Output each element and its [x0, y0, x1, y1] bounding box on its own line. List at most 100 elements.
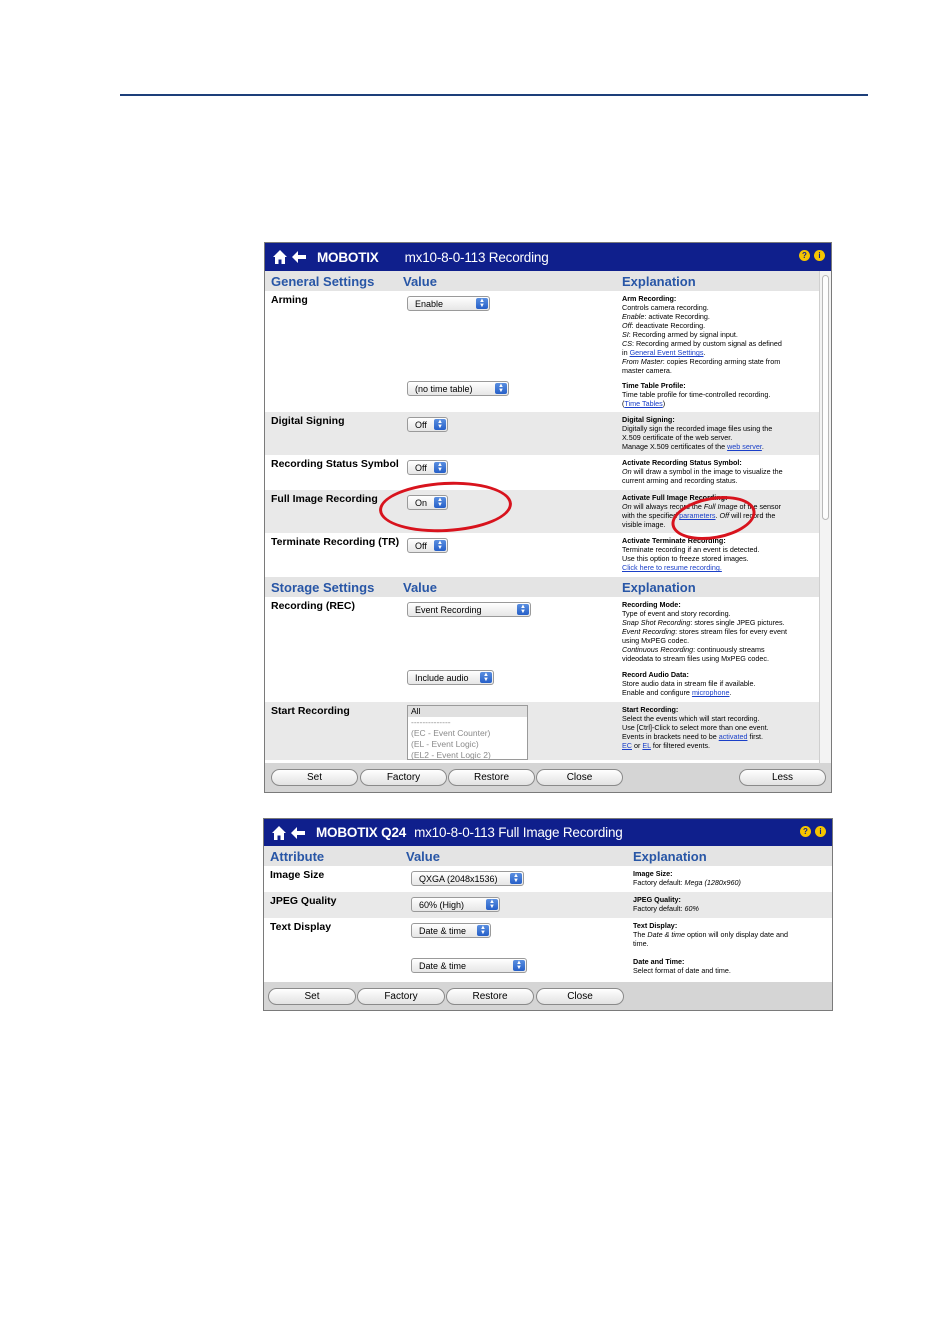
web-server-link[interactable]: web server [727, 442, 762, 451]
header-attribute: Storage Settings [271, 579, 375, 595]
factory-button[interactable]: Factory [360, 769, 447, 786]
home-icon[interactable] [271, 248, 289, 266]
header-value: Value [403, 579, 437, 595]
label-digital-signing: Digital Signing [271, 415, 345, 427]
help-icon[interactable]: ? [799, 250, 810, 261]
recording-settings-window: MOBOTIX mx10-8-0-113 Recording ? i Gener… [264, 242, 832, 793]
button-bar: Set Factory Restore Close [264, 982, 832, 1010]
less-button[interactable]: Less [739, 769, 826, 786]
terminate-recording-explanation: Activate Terminate Recording: Terminate … [622, 536, 760, 572]
row-start-recording: Start Recording All -------------- (EC -… [265, 702, 831, 760]
label-text-display: Text Display [270, 921, 332, 933]
list-option[interactable]: (EL2 - Event Logic 2) [408, 750, 527, 759]
close-button[interactable]: Close [536, 988, 624, 1005]
brand-logo: MOBOTIX Q24 [316, 825, 407, 840]
window-title: mx10-8-0-113 Recording [404, 249, 549, 265]
header-attribute: Attribute [270, 848, 325, 864]
vertical-scrollbar[interactable] [819, 271, 831, 765]
row-time-table: (no time table) ▲ ▼ Time Table Profile: T… [265, 378, 831, 412]
header-value: Value [403, 273, 437, 289]
arming-explanation: Arm Recording: Controls camera recording… [622, 294, 782, 375]
row-date-time: Date & time ▲ ▼ Date and Time: Select for… [264, 954, 832, 982]
button-bar: Set Factory Restore Close Less [265, 763, 831, 792]
list-option[interactable]: All [408, 706, 527, 717]
select-arrows-icon: ▲ ▼ [480, 672, 492, 683]
jpeg-quality-explanation: JPEG Quality: Factory default: 60% [633, 895, 699, 913]
list-option[interactable]: (EC - Event Counter) [408, 728, 527, 739]
brand-logo: MOBOTIX [317, 249, 379, 265]
general-settings-header: General Settings Value Explanation [265, 271, 831, 291]
record-audio-explanation: Record Audio Data: Store audio data in s… [622, 670, 756, 697]
select-arrows-icon: ▲ ▼ [510, 873, 522, 884]
record-audio-select[interactable]: Include audio ▲ ▼ [407, 670, 494, 685]
select-arrows-icon: ▲ ▼ [434, 462, 446, 473]
start-recording-listbox[interactable]: All -------------- (EC - Event Counter) … [407, 705, 528, 760]
ec-link[interactable]: EC [622, 741, 632, 750]
list-option[interactable]: -------------- [408, 717, 527, 728]
back-arrow-icon[interactable] [290, 824, 306, 842]
digital-signing-explanation: Digital Signing: Digitally sign the reco… [622, 415, 773, 451]
set-button[interactable]: Set [268, 988, 356, 1005]
image-size-explanation: Image Size: Factory default: Mega (1280x… [633, 869, 741, 887]
recording-status-symbol-select[interactable]: Off ▲ ▼ [407, 460, 448, 475]
microphone-link[interactable]: microphone [692, 688, 730, 697]
close-button[interactable]: Close [536, 769, 623, 786]
titlebar: MOBOTIX mx10-8-0-113 Recording ? i [265, 243, 831, 271]
start-recording-explanation: Start Recording: Select the events which… [622, 705, 769, 750]
el-link[interactable]: EL [642, 741, 651, 750]
set-button[interactable]: Set [271, 769, 358, 786]
text-display-select[interactable]: Date & time ▲ ▼ [411, 923, 491, 938]
back-arrow-icon[interactable] [291, 248, 307, 266]
home-icon[interactable] [270, 824, 288, 842]
general-event-settings-link[interactable]: General Event Settings [630, 348, 704, 357]
select-arrows-icon: ▲ ▼ [477, 925, 489, 936]
restore-button[interactable]: Restore [446, 988, 534, 1005]
terminate-recording-select[interactable]: Off ▲ ▼ [407, 538, 448, 553]
row-terminate-recording: Terminate Recording (TR) Off ▲ ▼ Activate… [265, 533, 831, 577]
list-option[interactable]: (EL - Event Logic) [408, 739, 527, 750]
restore-button[interactable]: Restore [448, 769, 535, 786]
time-table-select[interactable]: (no time table) ▲ ▼ [407, 381, 509, 396]
arming-select[interactable]: Enable ▲ ▼ [407, 296, 490, 311]
row-recording-status-symbol: Recording Status Symbol Off ▲ ▼ Activate … [265, 455, 831, 490]
label-recording-status-symbol: Recording Status Symbol [271, 458, 399, 470]
select-arrows-icon: ▲ ▼ [513, 960, 525, 971]
row-digital-signing: Digital Signing Off ▲ ▼ Digital Signing: … [265, 412, 831, 455]
digital-signing-select[interactable]: Off ▲ ▼ [407, 417, 448, 432]
time-table-explanation: Time Table Profile: Time table profile f… [622, 381, 771, 408]
label-arming: Arming [271, 294, 308, 306]
row-image-size: Image Size QXGA (2048x1536) ▲ ▼ Image Siz… [264, 866, 832, 892]
jpeg-quality-select[interactable]: 60% (High) ▲ ▼ [411, 897, 500, 912]
help-icon[interactable]: ? [800, 826, 811, 837]
header-explanation: Explanation [633, 848, 707, 864]
info-icon[interactable]: i [814, 250, 825, 261]
page-top-rule [120, 94, 868, 96]
label-terminate-recording: Terminate Recording (TR) [271, 536, 400, 548]
header-attribute: General Settings [271, 273, 375, 289]
attribute-header: Attribute Value Explanation [264, 846, 832, 866]
info-icon[interactable]: i [815, 826, 826, 837]
date-time-select[interactable]: Date & time ▲ ▼ [411, 958, 527, 973]
titlebar: MOBOTIX Q24 mx10-8-0-113 Full Image Reco… [264, 819, 832, 846]
recording-status-symbol-explanation: Activate Recording Status Symbol: On wil… [622, 458, 783, 485]
text-display-explanation: Text Display: The Date & time option wil… [633, 921, 789, 948]
select-arrows-icon: ▲ ▼ [434, 419, 446, 430]
scrollbar-thumb[interactable] [822, 275, 829, 520]
factory-button[interactable]: Factory [357, 988, 445, 1005]
time-tables-link[interactable]: Time Tables [624, 399, 662, 408]
activated-link[interactable]: activated [719, 732, 748, 741]
recording-mode-select[interactable]: Event Recording ▲ ▼ [407, 602, 531, 617]
label-recording-rec: Recording (REC) [271, 600, 355, 612]
row-text-display: Text Display Date & time ▲ ▼ Text Display… [264, 918, 832, 954]
row-jpeg-quality: JPEG Quality 60% (High) ▲ ▼ JPEG Quality:… [264, 892, 832, 918]
image-size-select[interactable]: QXGA (2048x1536) ▲ ▼ [411, 871, 524, 886]
select-arrows-icon: ▲ ▼ [476, 298, 488, 309]
row-arming: Arming Enable ▲ ▼ Arm Recording: Controls… [265, 291, 831, 378]
resume-recording-link[interactable]: Click here to resume recording. [622, 563, 722, 572]
row-record-audio: Include audio ▲ ▼ Record Audio Data: Stor… [265, 667, 831, 702]
select-arrows-icon: ▲ ▼ [495, 383, 507, 394]
label-image-size: Image Size [270, 869, 325, 881]
full-image-recording-window: MOBOTIX Q24 mx10-8-0-113 Full Image Reco… [263, 818, 833, 1011]
select-arrows-icon: ▲ ▼ [486, 899, 498, 910]
select-arrows-icon: ▲ ▼ [434, 540, 446, 551]
